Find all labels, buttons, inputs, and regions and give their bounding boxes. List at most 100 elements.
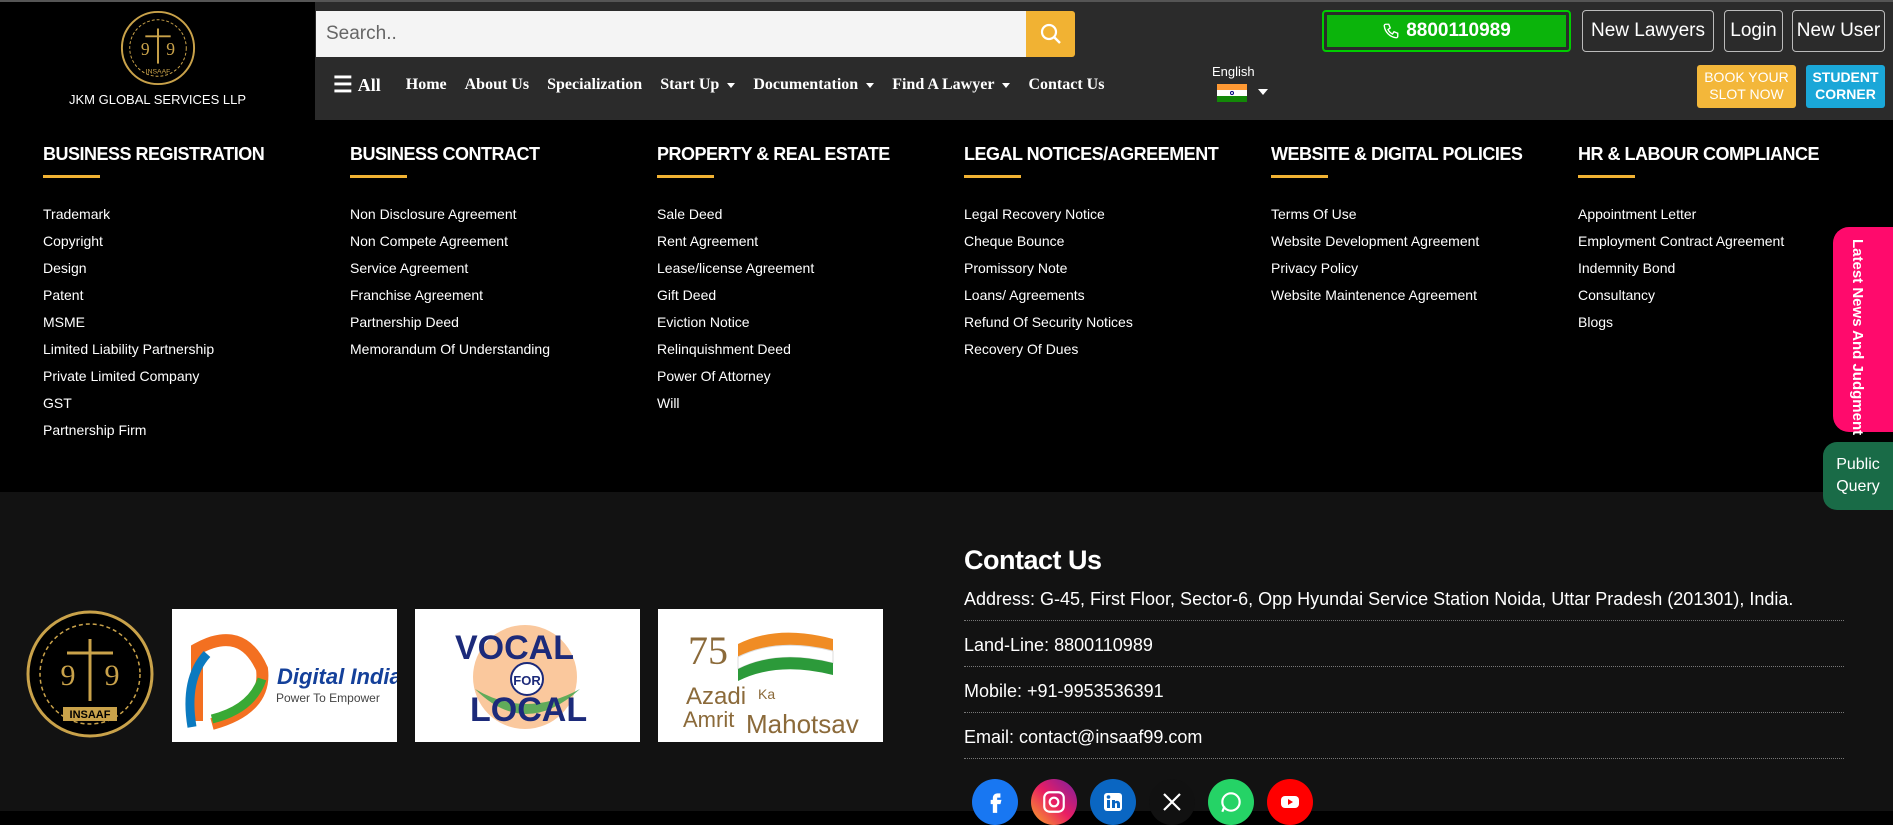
language-dropdown-icon[interactable]	[1258, 89, 1268, 95]
azadi-ka-amrit-mahotsav-badge[interactable]: 75 Azadi Ka Amrit Mahotsav	[658, 609, 883, 742]
nav-start-up[interactable]: Start Up	[660, 76, 736, 94]
menu-column: BUSINESS REGISTRATION Trademark Copyright D…	[43, 144, 265, 449]
x-twitter-icon[interactable]	[1149, 779, 1195, 825]
menu-link[interactable]: Promissory Note	[964, 260, 1218, 287]
menu-link[interactable]: Private Limited Company	[43, 368, 264, 395]
menu-link[interactable]: Recovery Of Dues	[964, 341, 1218, 368]
new-user-button[interactable]: New User	[1792, 10, 1885, 52]
menu-link[interactable]: Non Disclosure Agreement	[350, 206, 550, 233]
logo-digit-left: 9	[140, 39, 149, 59]
menu-link[interactable]: Loans/ Agreements	[964, 287, 1218, 314]
menu-link[interactable]: Lease/license Agreement	[657, 260, 890, 287]
title-underline	[964, 175, 1021, 178]
nav-find-a-lawyer[interactable]: Find A Lawyer	[892, 76, 1011, 94]
menu-link[interactable]: Franchise Agreement	[350, 287, 550, 314]
menu-link[interactable]: Consultancy	[1578, 287, 1819, 314]
student-line1: STUDENT	[1812, 69, 1879, 85]
book-line1: BOOK YOUR	[1704, 69, 1789, 85]
title-underline	[43, 175, 100, 178]
menu-link[interactable]: Memorandum Of Understanding	[350, 341, 550, 368]
contact-email[interactable]: Email: contact@insaaf99.com	[964, 727, 1844, 759]
contact-mobile[interactable]: Mobile: +91-9953536391	[964, 681, 1844, 713]
book-slot-button[interactable]: BOOK YOUR SLOT NOW	[1697, 65, 1796, 108]
login-button[interactable]: Login	[1724, 10, 1783, 52]
menu-link[interactable]: Privacy Policy	[1271, 260, 1522, 287]
brand-name: JKM GLOBAL SERVICES LLP	[68, 92, 247, 107]
all-menu-button[interactable]: ☰ All	[333, 72, 381, 98]
menu-link[interactable]: MSME	[43, 314, 264, 341]
footer-logo-digit-right: 9	[105, 659, 120, 692]
latest-news-tab[interactable]: Latest News And Judgment	[1833, 227, 1893, 435]
contact-title: Contact Us	[964, 545, 1102, 575]
menu-link[interactable]: Website Development Agreement	[1271, 233, 1522, 260]
menu-column-title: BUSINESS REGISTRATION	[43, 144, 265, 164]
nav-specialization-label: Specialization	[547, 76, 643, 93]
menu-link[interactable]: Indemnity Bond	[1578, 260, 1819, 287]
menu-link[interactable]: Service Agreement	[350, 260, 550, 287]
facebook-icon[interactable]	[972, 779, 1018, 825]
search-bar	[316, 11, 1075, 57]
menu-link[interactable]: Copyright	[43, 233, 264, 260]
services-menu: BUSINESS REGISTRATION Trademark Copyright D…	[0, 120, 1893, 492]
amrit-word: Amrit	[683, 707, 734, 732]
menu-link[interactable]: Refund Of Security Notices	[964, 314, 1218, 341]
menu-link[interactable]: GST	[43, 395, 264, 422]
insaaf-footer-logo[interactable]: 9 9 INSAAF	[25, 609, 155, 739]
menu-link[interactable]: Patent	[43, 287, 264, 314]
nav-documentation[interactable]: Documentation	[753, 76, 875, 94]
menu-link[interactable]: Sale Deed	[657, 206, 890, 233]
hamburger-icon: ☰	[333, 72, 353, 97]
title-underline	[1578, 175, 1635, 178]
menu-link[interactable]: Limited Liability Partnership	[43, 341, 264, 368]
menu-link[interactable]: Relinquishment Deed	[657, 341, 890, 368]
new-lawyers-button[interactable]: New Lawyers	[1582, 10, 1714, 52]
phone-icon	[1383, 23, 1399, 39]
menu-link[interactable]: Partnership Deed	[350, 314, 550, 341]
menu-link[interactable]: Cheque Bounce	[964, 233, 1218, 260]
nav-contact-us[interactable]: Contact Us	[1028, 76, 1104, 94]
menu-link[interactable]: Will	[657, 395, 890, 422]
digital-india-logo: Digital India Power To Empower	[185, 634, 397, 730]
menu-link[interactable]: Appointment Letter	[1578, 206, 1819, 233]
menu-column: BUSINESS CONTRACT Non Disclosure Agreemen…	[350, 144, 550, 368]
nav-specialization[interactable]: Specialization	[547, 76, 642, 94]
phone-button[interactable]: 8800110989	[1322, 10, 1571, 52]
menu-link[interactable]: Website Maintenence Agreement	[1271, 287, 1522, 314]
menu-link[interactable]: Rent Agreement	[657, 233, 890, 260]
menu-link[interactable]: Gift Deed	[657, 287, 890, 314]
instagram-icon[interactable]	[1031, 779, 1077, 825]
public-query-line2: Query	[1836, 478, 1880, 495]
linkedin-icon[interactable]	[1090, 779, 1136, 825]
menu-link[interactable]: Partnership Firm	[43, 422, 264, 449]
menu-link[interactable]: Trademark	[43, 206, 264, 233]
menu-link[interactable]: Blogs	[1578, 314, 1819, 341]
menu-link[interactable]: Legal Recovery Notice	[964, 206, 1218, 233]
public-query-tab[interactable]: Public Query	[1823, 442, 1893, 510]
insaaf-logo[interactable]: 9 9 INSAAF	[119, 9, 197, 87]
search-button[interactable]	[1026, 11, 1075, 57]
local-text: LOCAL	[470, 691, 587, 729]
brand[interactable]: 9 9 INSAAF JKM GLOBAL SERVICES LLP	[0, 2, 315, 122]
menu-link[interactable]: Eviction Notice	[657, 314, 890, 341]
menu-link[interactable]: Design	[43, 260, 264, 287]
contact-landline[interactable]: Land-Line: 8800110989	[964, 635, 1844, 667]
menu-link[interactable]: Power Of Attorney	[657, 368, 890, 395]
menu-link-list: Appointment Letter Employment Contract Ag…	[1578, 206, 1819, 341]
search-icon	[1040, 23, 1061, 44]
site-footer: 9 9 INSAAF Digital India Power To Empowe…	[0, 492, 1893, 825]
menu-link[interactable]: Non Compete Agreement	[350, 233, 550, 260]
youtube-icon[interactable]	[1267, 779, 1313, 825]
menu-link[interactable]: Terms Of Use	[1271, 206, 1522, 233]
student-corner-button[interactable]: STUDENT CORNER	[1806, 65, 1885, 108]
india-flag-icon[interactable]	[1217, 84, 1247, 102]
search-input[interactable]	[316, 11, 1026, 57]
nav-home[interactable]: Home	[406, 76, 447, 94]
language-label[interactable]: English	[1212, 64, 1255, 79]
contact-address: Address: G-45, First Floor, Sector-6, Op…	[964, 589, 1844, 621]
digital-india-badge[interactable]: Digital India Power To Empower	[172, 609, 397, 742]
menu-link[interactable]: Employment Contract Agreement	[1578, 233, 1819, 260]
nav-about-us[interactable]: About Us	[465, 76, 529, 94]
mahotsav-word: Mahotsav	[746, 709, 859, 739]
vocal-for-local-badge[interactable]: VOCAL FOR LOCAL	[415, 609, 640, 742]
whatsapp-icon[interactable]	[1208, 779, 1254, 825]
